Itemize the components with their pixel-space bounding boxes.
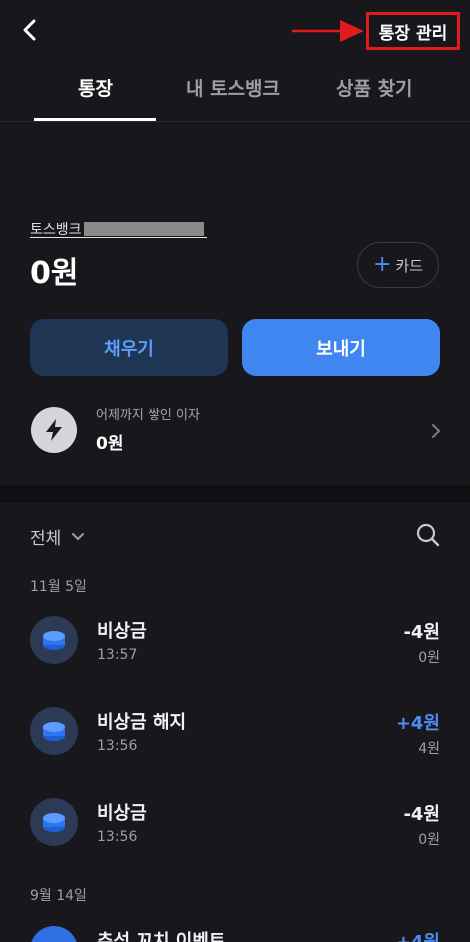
interest-label: 어제까지 쌓인 이자 <box>96 408 200 423</box>
plus-icon: + <box>372 252 392 277</box>
transaction-title: 추석 꼬치 이벤트 <box>97 931 226 942</box>
filter-label: 전체 <box>30 529 62 549</box>
account-name[interactable]: 토스뱅크 <box>30 219 204 239</box>
transaction-title: 비상금 해지 <box>97 712 187 733</box>
back-arrow-icon <box>23 19 36 41</box>
transaction-balance: 4원 <box>418 741 440 757</box>
interest-value: 0원 <box>96 434 124 454</box>
tab-account[interactable]: 통장 <box>78 74 113 101</box>
account-balance: 0원 <box>30 256 79 291</box>
transaction-balance: 0원 <box>418 650 440 666</box>
filter-dropdown[interactable]: 전체 <box>30 524 85 549</box>
coin-stack-icon <box>30 798 78 846</box>
account-bank-label: 토스뱅크 <box>30 222 82 238</box>
annotation-arrow-icon <box>292 20 364 42</box>
send-button[interactable]: 보내기 <box>242 319 440 376</box>
transaction-time: 13:57 <box>97 647 138 663</box>
chevron-right-icon <box>432 424 441 438</box>
lightning-icon <box>31 407 77 453</box>
transaction-row[interactable]: 비상금 13:56 -4원 0원 <box>30 794 440 858</box>
add-card-button[interactable]: + 카드 <box>357 242 439 288</box>
transaction-row[interactable]: 비상금 13:57 -4원 0원 <box>30 612 440 676</box>
transaction-amount: +4원 <box>395 713 440 734</box>
masked-account-number <box>83 222 204 236</box>
active-tab-indicator <box>34 118 156 121</box>
transaction-title: 비상금 <box>97 621 147 642</box>
transaction-time: 13:56 <box>97 829 138 845</box>
account-name-underline <box>30 237 207 238</box>
back-button[interactable] <box>14 14 46 46</box>
tab-find-products[interactable]: 상품 찾기 <box>336 74 413 101</box>
fill-button[interactable]: 채우기 <box>30 319 228 376</box>
transaction-row[interactable]: 비상금 해지 13:56 +4원 4원 <box>30 703 440 767</box>
interest-row[interactable]: 어제까지 쌓인 이자 0원 <box>30 400 446 464</box>
transaction-row[interactable]: 추석 꼬치 이벤트 +4원 <box>30 922 440 942</box>
transaction-balance: 0원 <box>418 832 440 848</box>
add-card-label: 카드 <box>395 256 424 275</box>
account-manage-button[interactable]: 통장 관리 <box>366 12 460 50</box>
coin-stack-icon <box>30 707 78 755</box>
tab-bar: 통장 내 토스뱅크 상품 찾기 <box>0 64 470 122</box>
chevron-down-icon <box>72 532 85 540</box>
transaction-time: 13:56 <box>97 738 138 754</box>
date-header: 11월 5일 <box>30 579 87 595</box>
transaction-amount: +4원 <box>396 928 440 942</box>
tab-my-tossbank[interactable]: 내 토스뱅크 <box>186 74 280 101</box>
transaction-title: 비상금 <box>97 803 147 824</box>
coin-stack-icon <box>30 616 78 664</box>
section-divider <box>0 485 470 503</box>
top-bar: 통장 관리 <box>0 0 470 60</box>
date-header: 9월 14일 <box>30 888 87 904</box>
transaction-amount: -4원 <box>403 622 440 643</box>
event-icon <box>30 926 78 942</box>
transaction-amount: -4원 <box>403 804 440 825</box>
search-icon[interactable] <box>415 522 441 548</box>
